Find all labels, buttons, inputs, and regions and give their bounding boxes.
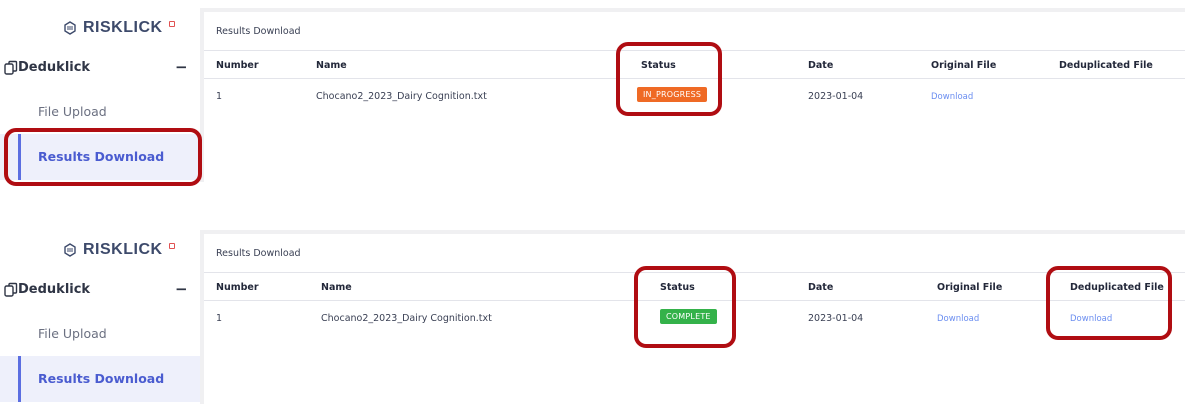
column-header-original-file: Original File [931, 60, 997, 71]
column-header-name: Name [316, 60, 347, 71]
column-header-original-file: Original File [937, 282, 1003, 293]
column-header-date: Date [808, 60, 834, 71]
risklick-logo: RISKLICK [62, 18, 175, 38]
column-header-status: Status [660, 282, 695, 293]
risklick-logo: RISKLICK [62, 240, 175, 260]
brand-name: RISKLICK [83, 241, 163, 258]
column-header-status: Status [641, 60, 676, 71]
card-title: Results Download [216, 248, 301, 259]
sidebar-item-file-upload[interactable]: File Upload [0, 312, 200, 358]
cell-number: 1 [216, 313, 223, 324]
sidebar-item-label: Results Download [38, 371, 165, 386]
sidebar-item-file-upload[interactable]: File Upload [0, 90, 200, 136]
copy-icon [4, 282, 18, 297]
main-content: Results Download Number Name Status Date… [200, 230, 1185, 404]
sidebar-item-label: File Upload [38, 326, 107, 341]
screenshot-panel-in-progress: RISKLICK Deduklick − File Upload Results… [0, 0, 1185, 186]
column-header-deduplicated-file: Deduplicated File [1059, 60, 1153, 71]
results-card: Results Download Number Name Status Date… [204, 234, 1185, 404]
nav-group-label: Deduklick [18, 282, 91, 297]
cell-name: Chocano2_2023_Dairy Cognition.txt [316, 91, 487, 102]
brand-name: RISKLICK [83, 19, 163, 36]
brand-mark-icon [168, 20, 175, 27]
collapse-icon[interactable]: − [175, 280, 188, 298]
sidebar: RISKLICK Deduklick − File Upload Results… [0, 0, 200, 182]
divider [204, 78, 1185, 79]
copy-icon [4, 60, 18, 75]
original-file-download-link[interactable]: Download [937, 314, 979, 324]
cell-number: 1 [216, 91, 223, 102]
nav-group-deduklick[interactable]: Deduklick − [0, 276, 200, 304]
column-header-date: Date [808, 282, 834, 293]
active-indicator [18, 134, 21, 180]
divider [204, 272, 1185, 273]
status-badge: COMPLETE [660, 309, 717, 324]
nav-group-label: Deduklick [18, 60, 91, 75]
deduplicated-file-download-link[interactable]: Download [1070, 314, 1112, 324]
cell-name: Chocano2_2023_Dairy Cognition.txt [321, 313, 492, 324]
column-header-number: Number [216, 60, 259, 71]
cell-date: 2023-01-04 [808, 91, 864, 102]
divider [204, 50, 1185, 51]
status-badge: IN_PROGRESS [637, 87, 708, 102]
column-header-deduplicated-file: Deduplicated File [1070, 282, 1164, 293]
collapse-icon[interactable]: − [175, 58, 188, 76]
sidebar-item-results-download[interactable]: Results Download [0, 356, 200, 402]
divider [204, 300, 1185, 301]
results-card: Results Download Number Name Status Date… [204, 12, 1185, 182]
column-header-name: Name [321, 282, 352, 293]
sidebar-item-label: File Upload [38, 104, 107, 119]
sidebar-item-results-download[interactable]: Results Download [0, 134, 200, 180]
cell-date: 2023-01-04 [808, 313, 864, 324]
risklick-logo-icon [64, 21, 76, 35]
card-title: Results Download [216, 26, 301, 37]
original-file-download-link[interactable]: Download [931, 92, 973, 102]
sidebar: RISKLICK Deduklick − File Upload Results… [0, 222, 200, 404]
brand-mark-icon [168, 242, 175, 249]
column-header-number: Number [216, 282, 259, 293]
screenshot-panel-complete: RISKLICK Deduklick − File Upload Results… [0, 222, 1185, 404]
sidebar-item-label: Results Download [38, 149, 165, 164]
risklick-logo-icon [64, 243, 76, 257]
nav-group-deduklick[interactable]: Deduklick − [0, 54, 200, 82]
active-indicator [18, 356, 21, 402]
main-content: Results Download Number Name Status Date… [200, 8, 1185, 182]
